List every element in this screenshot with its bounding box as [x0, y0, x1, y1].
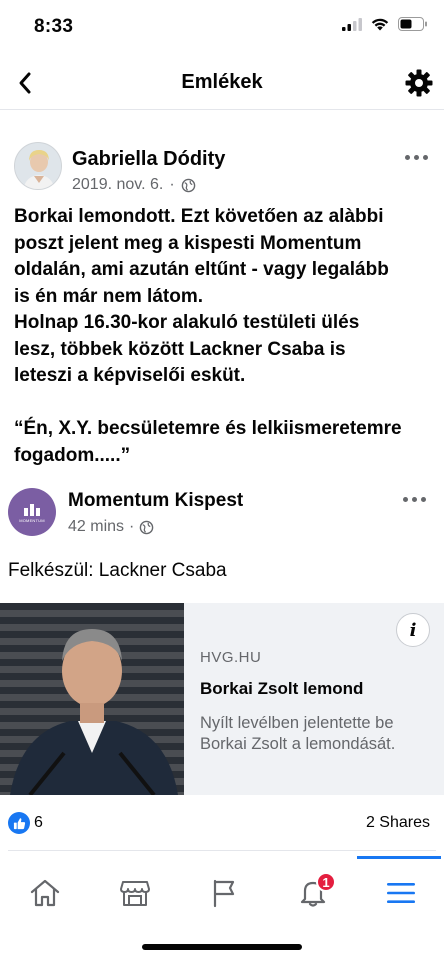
- post-text: Borkai lemondott. Ezt követően az alàbbi…: [14, 206, 402, 466]
- news-photo-icon: [0, 603, 184, 795]
- battery-icon: [398, 17, 427, 31]
- post-more-options-button[interactable]: [400, 146, 432, 168]
- reactions-row: 6 2 Shares: [8, 808, 436, 838]
- dot-icon: [411, 496, 417, 502]
- dot-icon: [422, 154, 428, 160]
- flag-icon: [213, 879, 235, 908]
- tab-marketplace[interactable]: [100, 862, 170, 924]
- divider: [8, 850, 436, 851]
- link-preview-card[interactable]: i HVG.HU Borkai Zsolt lemond Nyílt levél…: [0, 603, 444, 795]
- shared-page-name[interactable]: Momentum Kispest: [68, 490, 243, 512]
- page-avatar-label: MOMENTUM: [19, 517, 45, 523]
- thumbs-up-icon: [13, 817, 25, 829]
- person-photo-icon: [15, 143, 61, 189]
- tab-pages[interactable]: [189, 862, 259, 924]
- gear-icon: [405, 69, 433, 97]
- momentum-logo-icon: [24, 503, 40, 516]
- like-reaction-icon[interactable]: [8, 812, 30, 834]
- bottom-tab-bar: 1: [0, 856, 444, 924]
- status-time: 8:33: [34, 16, 74, 37]
- meta-separator: ·: [129, 518, 135, 535]
- like-count[interactable]: 6: [34, 814, 43, 832]
- shared-meta: 42 mins ·: [68, 518, 154, 536]
- home-icon: [30, 879, 60, 907]
- dot-icon: [402, 496, 408, 502]
- status-bar: 8:33: [0, 0, 444, 52]
- notification-badge: 1: [316, 872, 336, 892]
- meta-separator: ·: [169, 176, 175, 193]
- active-tab-indicator: [357, 856, 441, 859]
- info-button[interactable]: i: [396, 613, 430, 647]
- author-name[interactable]: Gabriella Dódity: [72, 148, 225, 171]
- shared-post-text: Felkészül: Lackner Csaba: [8, 560, 227, 581]
- shared-time[interactable]: 42 mins: [68, 518, 124, 536]
- link-preview-info[interactable]: i HVG.HU Borkai Zsolt lemond Nyílt levél…: [200, 603, 444, 795]
- post-date[interactable]: 2019. nov. 6.: [72, 176, 163, 194]
- dot-icon: [404, 154, 410, 160]
- tab-home[interactable]: [10, 862, 80, 924]
- link-title[interactable]: Borkai Zsolt lemond: [200, 679, 363, 699]
- link-description: Nyílt levélben jelentette be Borkai Zsol…: [200, 714, 396, 753]
- post-meta: 2019. nov. 6. ·: [72, 176, 196, 194]
- marketplace-icon: [120, 881, 150, 906]
- globe-icon: [140, 520, 154, 534]
- status-icons: [342, 17, 428, 31]
- wifi-icon: [371, 18, 389, 31]
- settings-button[interactable]: [402, 66, 436, 100]
- home-indicator: [142, 944, 302, 950]
- globe-icon: [181, 178, 195, 192]
- link-domain: HVG.HU: [200, 649, 262, 666]
- dot-icon: [413, 154, 419, 160]
- page-avatar[interactable]: MOMENTUM: [8, 488, 56, 536]
- author-avatar[interactable]: [14, 142, 62, 190]
- tab-menu[interactable]: [366, 862, 436, 924]
- shared-post-header: MOMENTUM Momentum Kispest 42 mins ·: [8, 484, 436, 544]
- cellular-signal-icon: [342, 17, 362, 31]
- post-header: Gabriella Dódity 2019. nov. 6. ·: [14, 140, 434, 200]
- shared-more-options-button[interactable]: [398, 488, 430, 510]
- dot-icon: [420, 496, 426, 502]
- shares-count[interactable]: 2 Shares: [366, 814, 430, 832]
- tab-notifications[interactable]: 1: [278, 862, 348, 924]
- link-preview-image[interactable]: [0, 603, 184, 795]
- nav-header: Emlékek: [0, 56, 444, 110]
- page-title: Emlékek: [181, 71, 263, 93]
- hamburger-menu-icon: [387, 883, 415, 903]
